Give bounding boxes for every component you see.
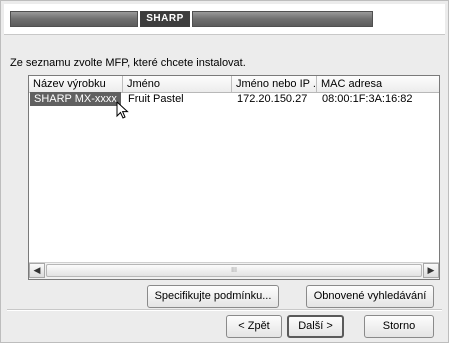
cancel-button[interactable]: Storno — [364, 315, 434, 338]
column-header-mac[interactable]: MAC adresa — [317, 76, 440, 92]
banner-decor-bar-right — [192, 11, 373, 27]
cell-name: Fruit Pastel — [128, 93, 184, 105]
horizontal-scrollbar[interactable]: ◀ III ▶ — [29, 262, 439, 279]
column-header-name[interactable]: Jméno — [123, 76, 232, 92]
back-button[interactable]: < Zpět — [226, 315, 282, 338]
installer-dialog: SHARP Ze seznamu zvolte MFP, které chcet… — [0, 0, 449, 343]
instruction-text: Ze seznamu zvolte MFP, které chcete inst… — [10, 57, 246, 69]
specify-condition-button[interactable]: Specifikujte podmínku... — [147, 285, 279, 308]
scroll-grip-icon: III — [231, 267, 237, 274]
scrollbar-thumb[interactable]: III — [46, 264, 422, 277]
device-list[interactable]: Název výrobku Jméno Jméno nebo IP ... MA… — [28, 75, 440, 280]
column-header-ip[interactable]: Jméno nebo IP ... — [232, 76, 317, 92]
banner-decor-bar-left — [10, 11, 138, 27]
scroll-left-icon[interactable]: ◀ — [29, 263, 45, 278]
mouse-cursor-icon — [116, 101, 129, 119]
refresh-search-button[interactable]: Obnovené vyhledávání — [306, 285, 434, 308]
cell-mac: 08:00:1F:3A:16:82 — [322, 93, 413, 105]
cell-ip: 172.20.150.27 — [237, 93, 308, 105]
table-row[interactable]: SHARP MX-xxxx Fruit Pastel 172.20.150.27… — [29, 92, 439, 119]
column-header-product[interactable]: Název výrobku — [29, 76, 123, 92]
list-header: Název výrobku Jméno Jméno nebo IP ... MA… — [29, 76, 439, 93]
cell-product[interactable]: SHARP MX-xxxx — [30, 92, 121, 106]
button-separator — [7, 309, 442, 311]
header-banner: SHARP — [4, 4, 445, 35]
brand-logo: SHARP — [140, 11, 190, 27]
scroll-right-icon[interactable]: ▶ — [423, 263, 439, 278]
next-button[interactable]: Další > — [287, 315, 344, 338]
